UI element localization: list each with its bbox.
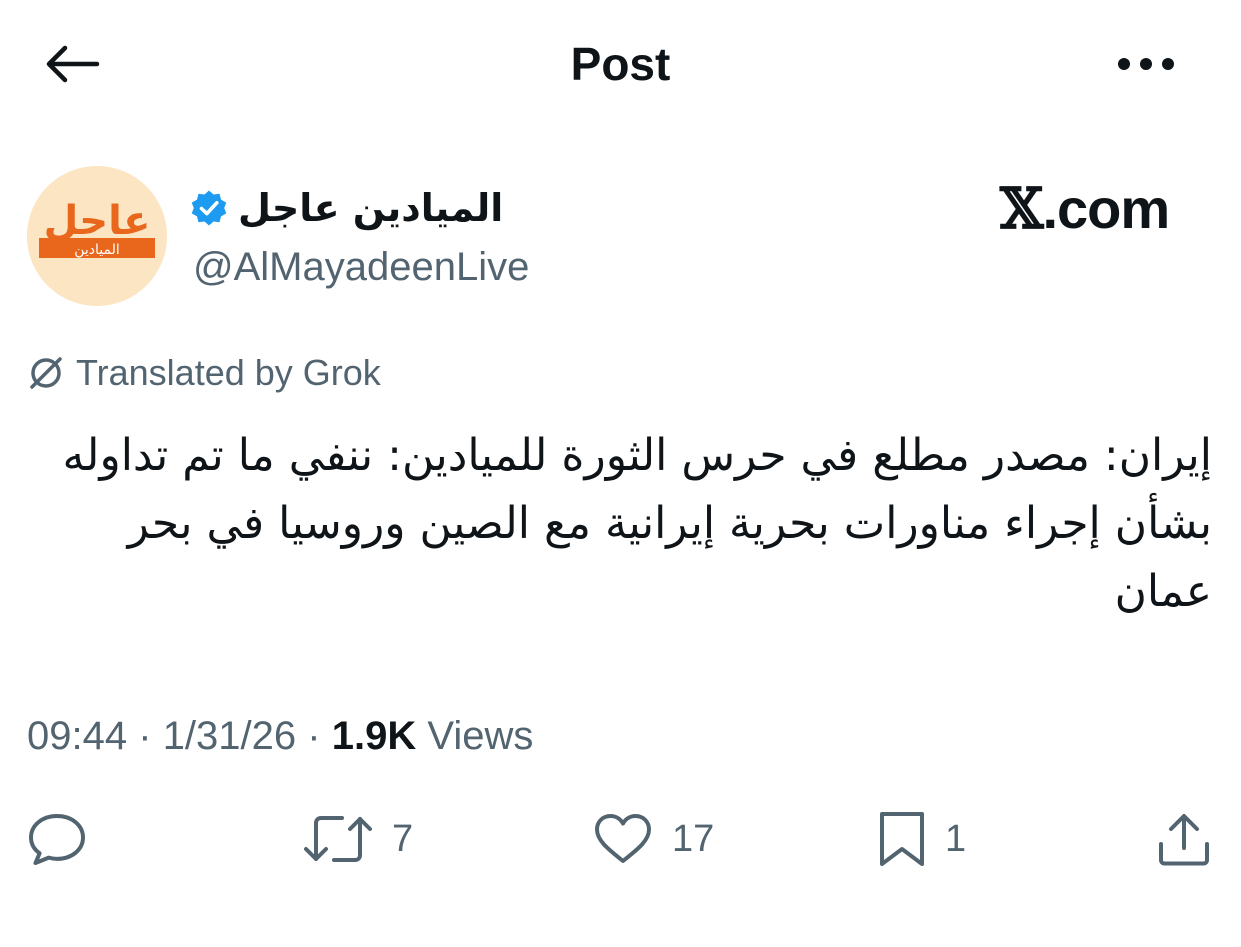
more-horizontal-icon bbox=[1118, 58, 1174, 70]
share-icon bbox=[1159, 814, 1209, 866]
views-label: Views bbox=[427, 714, 534, 758]
watermark-suffix: .com bbox=[1042, 177, 1170, 240]
verified-badge-icon bbox=[191, 190, 227, 226]
more-button[interactable] bbox=[1108, 36, 1184, 92]
like-count: 17 bbox=[672, 817, 715, 860]
tweet-text: إيران: مصدر مطلع في حرس الثورة للميادين:… bbox=[62, 430, 1212, 617]
x-com-watermark: 𝕏.com bbox=[1000, 176, 1170, 242]
author-handle[interactable]: @AlMayadeenLive bbox=[193, 243, 529, 291]
heart-icon bbox=[595, 814, 651, 863]
translation-note[interactable]: Translated by Grok bbox=[26, 348, 381, 398]
reply-button[interactable] bbox=[26, 806, 88, 872]
x-logo-icon: 𝕏 bbox=[1000, 176, 1043, 242]
bookmark-button[interactable]: 1 bbox=[877, 806, 966, 872]
share-button[interactable] bbox=[1156, 806, 1212, 872]
author-display-name: الميادين عاجل bbox=[238, 186, 504, 230]
tweet-time[interactable]: 09:44 bbox=[27, 714, 127, 758]
reply-icon bbox=[29, 814, 85, 865]
page-title: Post bbox=[570, 38, 671, 90]
bookmark-icon bbox=[880, 812, 924, 866]
repost-button[interactable]: 7 bbox=[302, 806, 413, 872]
tweet-date[interactable]: 1/31/26 bbox=[163, 714, 296, 758]
avatar-headline: عاجل bbox=[44, 198, 151, 244]
avatar[interactable]: عاجل الميادين bbox=[27, 166, 167, 306]
repost-count: 7 bbox=[392, 817, 414, 860]
tweet-meta: 09:44 · 1/31/26 · 1.9K Views bbox=[27, 710, 533, 762]
translation-label: Translated by Grok bbox=[76, 352, 381, 393]
translate-off-icon bbox=[30, 357, 62, 389]
avatar-subtitle: الميادين bbox=[74, 242, 120, 258]
meta-separator: · bbox=[138, 714, 152, 758]
bookmark-count: 1 bbox=[945, 817, 967, 860]
repost-icon bbox=[304, 816, 372, 862]
meta-separator: · bbox=[307, 714, 321, 758]
author-name-row[interactable]: الميادين عاجل bbox=[190, 180, 503, 236]
like-button[interactable]: 17 bbox=[592, 806, 714, 872]
views-count: 1.9K bbox=[331, 714, 417, 758]
